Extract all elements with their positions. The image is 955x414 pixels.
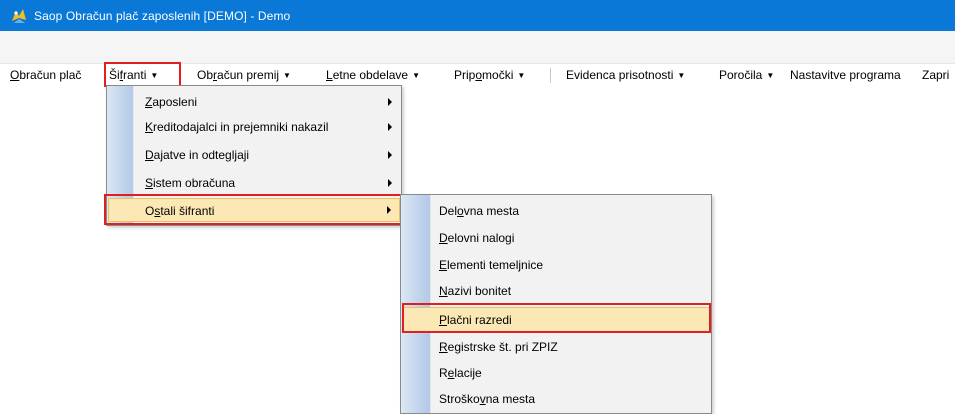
menu-item-zaposleni[interactable]: Zaposleni bbox=[108, 90, 400, 114]
menu-label: Del bbox=[439, 204, 458, 218]
menu-label: istem obračuna bbox=[153, 176, 236, 190]
toolbar-area bbox=[0, 31, 955, 64]
sifranti-highlight bbox=[104, 62, 181, 87]
saop-app-icon[interactable] bbox=[10, 7, 28, 25]
menu-label-accel: o bbox=[457, 204, 464, 218]
menu-label: Evidenca prisotnosti bbox=[566, 68, 674, 82]
menu-label: bračun plač bbox=[19, 68, 82, 82]
menu-item-stroskovna-mesta[interactable]: Stroškovna mesta bbox=[402, 387, 710, 411]
menu-label-accel: N bbox=[439, 284, 448, 298]
menu-item-label: Zaposleni bbox=[145, 90, 197, 114]
submenu-arrow-icon bbox=[388, 179, 392, 187]
menu-label: Prip bbox=[454, 68, 476, 82]
menu-item-label: Kreditodajalci in prejemniki nakazil bbox=[145, 115, 328, 139]
menu-obracun-premij[interactable]: Obračun premij ▼ bbox=[197, 67, 291, 84]
menu-label: aposleni bbox=[152, 95, 198, 109]
menu-item-delovna-mesta[interactable]: Delovna mesta bbox=[402, 198, 710, 225]
menu-obracun-plac[interactable]: Obračun plač bbox=[10, 67, 81, 84]
submenu-arrow-icon bbox=[388, 123, 392, 131]
menu-label-accel: K bbox=[145, 120, 154, 134]
menu-label: lementi temeljnice bbox=[447, 258, 544, 272]
menu-pripomocki[interactable]: Pripomočki ▼ bbox=[454, 67, 525, 84]
menu-item-label: Registrske št. pri ZPIZ bbox=[439, 334, 558, 361]
window-title: Saop Obračun plač zaposlenih [DEMO] - De… bbox=[34, 8, 291, 23]
menu-separator bbox=[550, 68, 551, 83]
menu-label-accel: L bbox=[326, 68, 333, 82]
menu-label: Zapri bbox=[922, 68, 950, 82]
menu-label: na mesta bbox=[485, 392, 536, 406]
submenu-arrow-icon bbox=[388, 98, 392, 106]
menu-item-label: Sistem obračuna bbox=[145, 171, 235, 195]
menu-label: R bbox=[439, 366, 448, 380]
menu-item-label: Nazivi bonitet bbox=[439, 278, 511, 305]
chevron-down-icon: ▼ bbox=[677, 71, 686, 80]
menu-label-accel: S bbox=[145, 176, 154, 190]
chevron-down-icon: ▼ bbox=[766, 71, 775, 80]
ostali-sifranti-highlight bbox=[104, 194, 402, 225]
menu-zapri[interactable]: Zapri bbox=[922, 67, 949, 84]
menu-item-label: Elementi temeljnice bbox=[439, 252, 543, 279]
menu-item-label: Stroškovna mesta bbox=[439, 387, 535, 411]
menu-item-label: Dajatve in odtegljaji bbox=[145, 143, 249, 167]
menu-label: ačun premij bbox=[217, 68, 280, 82]
menu-item-elementi-temeljnice[interactable]: Elementi temeljnice bbox=[402, 252, 710, 279]
menu-letne-obdelave[interactable]: Letne obdelave ▼ bbox=[326, 67, 420, 84]
menu-label: močki bbox=[482, 68, 514, 82]
menu-nastavitve-programa[interactable]: Nastavitve programa bbox=[790, 67, 901, 84]
menu-label-accel: O bbox=[10, 68, 20, 82]
menu-item-relacije[interactable]: Relacije bbox=[402, 360, 710, 387]
chevron-down-icon: ▼ bbox=[517, 71, 526, 80]
menu-item-label: Delovna mesta bbox=[439, 198, 519, 225]
menu-item-registrske-st[interactable]: Registrske št. pri ZPIZ bbox=[402, 334, 710, 361]
menu-label: ajatve in odtegljaji bbox=[153, 148, 250, 162]
menu-label: etne obdelave bbox=[332, 68, 409, 82]
menu-label: Ob bbox=[197, 68, 214, 82]
menu-label: vna mesta bbox=[463, 204, 520, 218]
chevron-down-icon: ▼ bbox=[412, 71, 421, 80]
title-bar: Saop Obračun plač zaposlenih [DEMO] - De… bbox=[0, 0, 955, 31]
menu-item-label: Relacije bbox=[439, 360, 482, 387]
menu-label: elovni nalogi bbox=[447, 231, 515, 245]
menu-label: egistrske št. pri ZPIZ bbox=[447, 340, 558, 354]
menu-label: reditodajalci in prejemniki nakazil bbox=[153, 120, 329, 134]
menu-item-nazivi-bonitet[interactable]: Nazivi bonitet bbox=[402, 278, 710, 305]
menu-item-delovni-nalogi[interactable]: Delovni nalogi bbox=[402, 225, 710, 252]
menu-evidenca-prisotnosti[interactable]: Evidenca prisotnosti ▼ bbox=[566, 67, 685, 84]
menu-label: lacije bbox=[454, 366, 482, 380]
menu-item-label: Delovni nalogi bbox=[439, 225, 514, 252]
menu-label: Stroško bbox=[439, 392, 480, 406]
menu-label-accel: E bbox=[439, 258, 448, 272]
menu-label: Nastavitve programa bbox=[790, 68, 901, 82]
menu-label: Poročila bbox=[719, 68, 763, 82]
menu-item-sistem-obracuna[interactable]: Sistem obračuna bbox=[108, 171, 400, 195]
chevron-down-icon: ▼ bbox=[283, 71, 291, 80]
menu-label: azivi bonitet bbox=[447, 284, 512, 298]
menu-label-accel: D bbox=[439, 231, 448, 245]
placni-razredi-highlight bbox=[402, 303, 711, 333]
menu-item-dajatve[interactable]: Dajatve in odtegljaji bbox=[108, 143, 400, 167]
menu-label-accel: D bbox=[145, 148, 154, 162]
menu-porocila[interactable]: Poročila ▼ bbox=[719, 67, 774, 84]
menu-item-kreditodajalci[interactable]: Kreditodajalci in prejemniki nakazil bbox=[108, 115, 400, 139]
menu-label-accel: R bbox=[439, 340, 448, 354]
submenu-arrow-icon bbox=[388, 151, 392, 159]
